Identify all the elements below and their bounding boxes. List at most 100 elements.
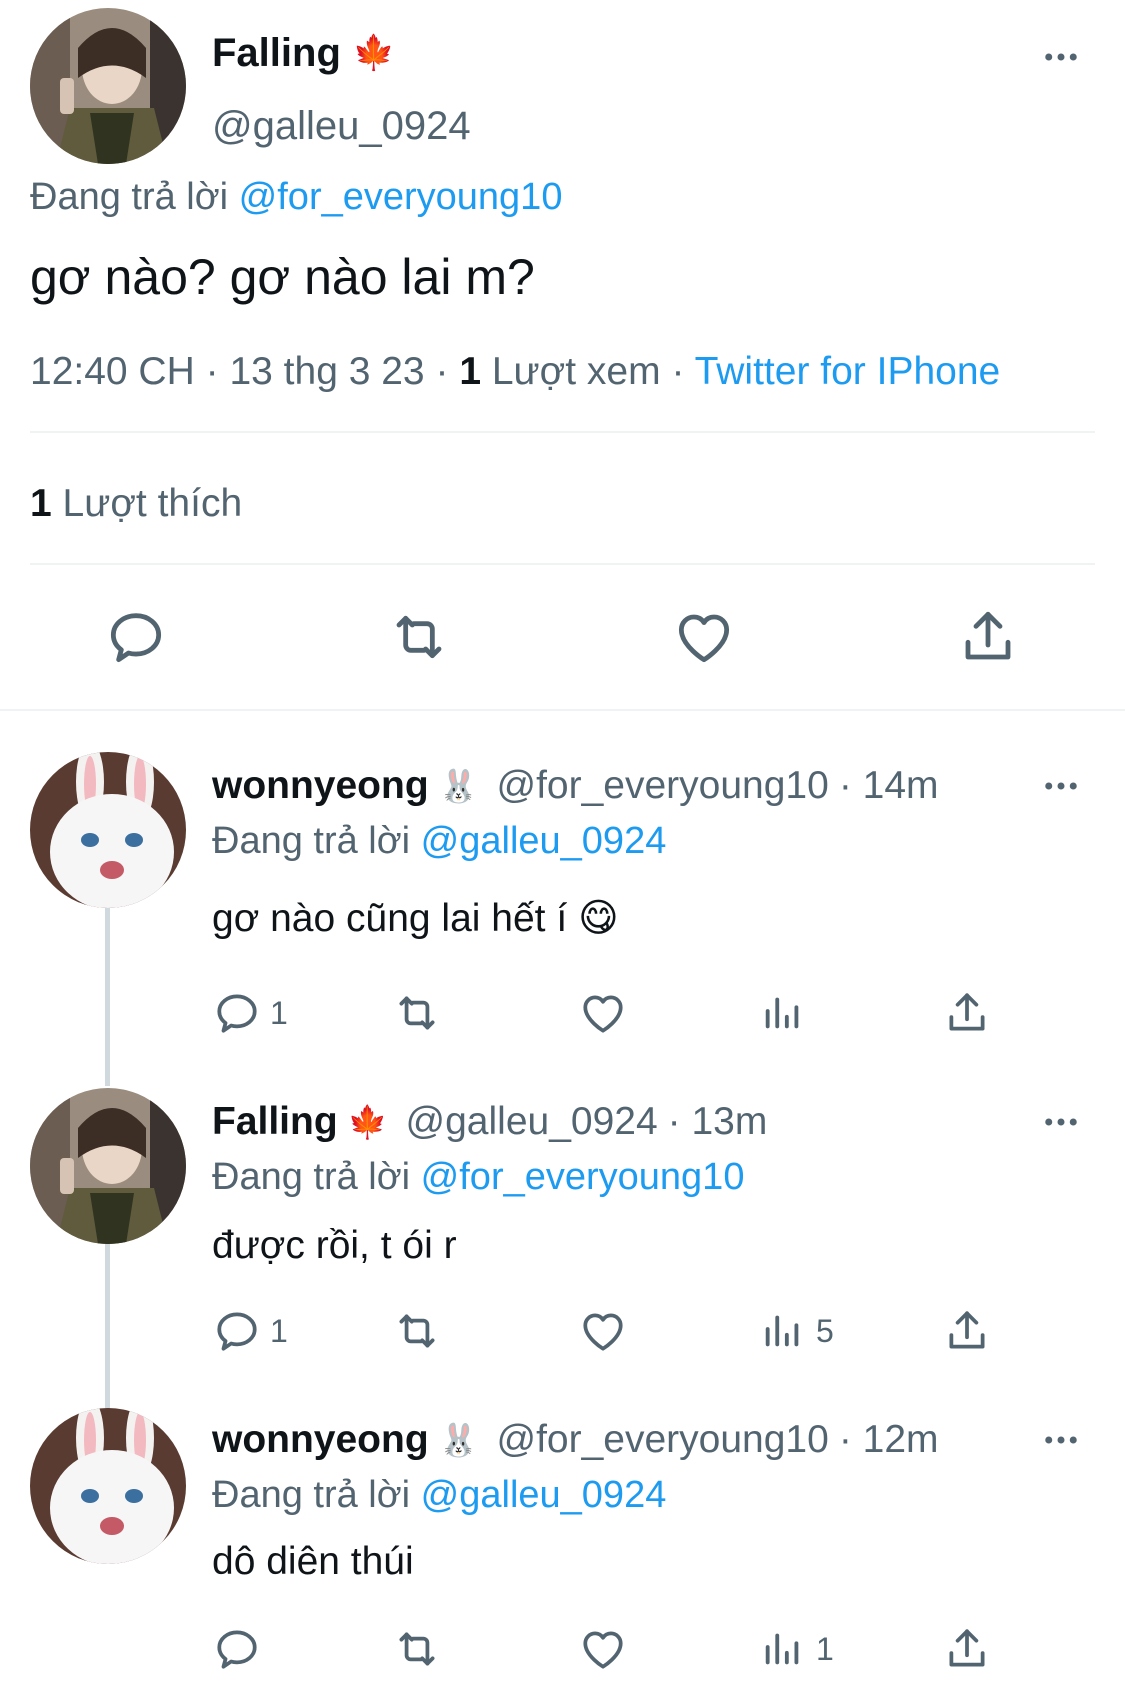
tweet-text: gơ nào cũng lai hết í 😋 (212, 897, 619, 940)
retweet-button[interactable] (392, 1624, 442, 1679)
share-icon (956, 605, 1020, 669)
tweet-text: gơ nào? gơ nào lai m? (30, 249, 535, 305)
more-options-button[interactable] (1040, 1101, 1082, 1143)
views-stat[interactable]: 1 Lượt xem (459, 350, 660, 393)
avatar-photo (30, 1088, 186, 1244)
more-icon (1040, 765, 1082, 807)
view-count: 5 (816, 1312, 834, 1349)
share-button[interactable] (942, 1624, 992, 1679)
heart-icon (578, 988, 628, 1038)
retweet-icon (387, 605, 451, 669)
author-line: Falling 🍁 (212, 28, 395, 78)
avatar-photo (30, 8, 186, 164)
more-options-button[interactable] (1040, 36, 1082, 78)
avatar-bunny (30, 752, 186, 908)
separator: · (671, 350, 685, 393)
user-handle[interactable]: @galleu_0924 (212, 104, 471, 149)
like-button[interactable] (672, 605, 736, 669)
display-name[interactable]: wonnyeong (212, 1418, 429, 1462)
share-button[interactable] (942, 988, 992, 1043)
more-icon (1040, 1101, 1082, 1143)
reply-prefix: Đang trả lời (212, 1156, 411, 1198)
retweet-icon (392, 988, 442, 1038)
reply-button[interactable]: 1 (212, 988, 288, 1038)
views-icon (760, 1624, 806, 1674)
reply-icon (104, 605, 168, 669)
reply-count: 1 (270, 1312, 288, 1349)
like-button[interactable] (578, 988, 628, 1043)
retweet-icon (392, 1624, 442, 1674)
views-icon (760, 1306, 806, 1356)
display-name[interactable]: Falling (212, 31, 341, 76)
share-button[interactable] (956, 605, 1020, 669)
reply-prefix: Đang trả lời (30, 176, 229, 218)
views-icon (760, 988, 806, 1038)
views-button[interactable]: 1 (760, 1624, 834, 1674)
rabbit-emoji: 🐰 (438, 1422, 479, 1458)
thread-line (105, 908, 110, 1086)
user-handle[interactable]: @galleu_0924 (406, 1100, 658, 1144)
avatar[interactable] (30, 752, 186, 908)
more-icon (1040, 1419, 1082, 1461)
display-name[interactable]: wonnyeong (212, 764, 429, 808)
more-options-button[interactable] (1040, 1419, 1082, 1461)
like-button[interactable] (578, 1624, 628, 1679)
avatar-bunny (30, 1408, 186, 1564)
tweet-text: dô diên thúi (212, 1540, 414, 1583)
reply-icon (212, 1306, 262, 1356)
tweet-meta: 12:40 CH · 13 thg 3 23 · 1 Lượt xem · Tw… (30, 350, 1000, 394)
share-button[interactable] (942, 1306, 992, 1361)
retweet-button[interactable] (392, 988, 442, 1043)
share-icon (942, 1624, 992, 1674)
reply-header: wonnyeong 🐰 @for_everyoung10 · 14m (212, 760, 939, 812)
divider (30, 431, 1095, 433)
reply-to-handle-link[interactable]: @galleu_0924 (421, 1474, 667, 1516)
tweet-time: 12:40 CH (30, 350, 195, 393)
tweet-text: được rồi, t ói r (212, 1224, 457, 1267)
likes-stat[interactable]: 1 Lượt thích (30, 482, 242, 526)
maple-leaf-emoji: 🍁 (347, 1104, 388, 1140)
avatar[interactable] (30, 1088, 186, 1244)
replying-to: Đang trả lời @galleu_0924 (212, 820, 666, 863)
avatar[interactable] (30, 1408, 186, 1564)
user-handle[interactable]: @for_everyoung10 (497, 1418, 829, 1462)
views-count: 1 (459, 350, 482, 393)
source-link[interactable]: Twitter for IPhone (695, 350, 1001, 393)
tweet-age: · 14m (838, 764, 939, 807)
heart-icon (672, 605, 736, 669)
heart-icon (578, 1624, 628, 1674)
avatar[interactable] (30, 8, 186, 164)
tweet-age: · 12m (838, 1418, 939, 1461)
reply-to-handle-link[interactable]: @for_everyoung10 (421, 1156, 745, 1198)
likes-label: Lượt thích (62, 482, 243, 525)
reply-to-handle-link[interactable]: @galleu_0924 (421, 820, 667, 862)
views-button[interactable]: 5 (760, 1306, 834, 1356)
retweet-button[interactable] (387, 605, 451, 669)
reply-header: wonnyeong 🐰 @for_everyoung10 · 12m (212, 1414, 939, 1466)
separator: · (435, 350, 449, 393)
reply-button[interactable] (104, 605, 168, 669)
reply-button[interactable]: 1 (212, 1306, 288, 1356)
user-handle[interactable]: @for_everyoung10 (497, 764, 829, 808)
thread-line (105, 1244, 110, 1410)
like-button[interactable] (578, 1306, 628, 1361)
rabbit-emoji: 🐰 (438, 768, 479, 804)
reply-to-handle-link[interactable]: @for_everyoung10 (239, 176, 563, 218)
display-name[interactable]: Falling (212, 1100, 338, 1144)
maple-leaf-emoji: 🍁 (352, 34, 396, 72)
tweet-date: 13 thg 3 23 (229, 350, 425, 393)
more-options-button[interactable] (1040, 765, 1082, 807)
retweet-button[interactable] (392, 1306, 442, 1361)
replying-to: Đang trả lời @for_everyoung10 (212, 1156, 744, 1199)
views-button[interactable] (760, 988, 816, 1038)
separator: · (205, 350, 219, 393)
replying-to: Đang trả lời @galleu_0924 (212, 1474, 666, 1517)
reply-prefix: Đang trả lời (212, 820, 411, 862)
reply-button[interactable] (212, 1624, 270, 1674)
reply-prefix: Đang trả lời (212, 1474, 411, 1516)
reply-icon (212, 988, 262, 1038)
tweet-age: · 13m (667, 1100, 768, 1143)
reply-header: Falling 🍁 @galleu_0924 · 13m (212, 1096, 767, 1148)
view-count: 1 (816, 1630, 834, 1667)
reply-icon (212, 1624, 262, 1674)
